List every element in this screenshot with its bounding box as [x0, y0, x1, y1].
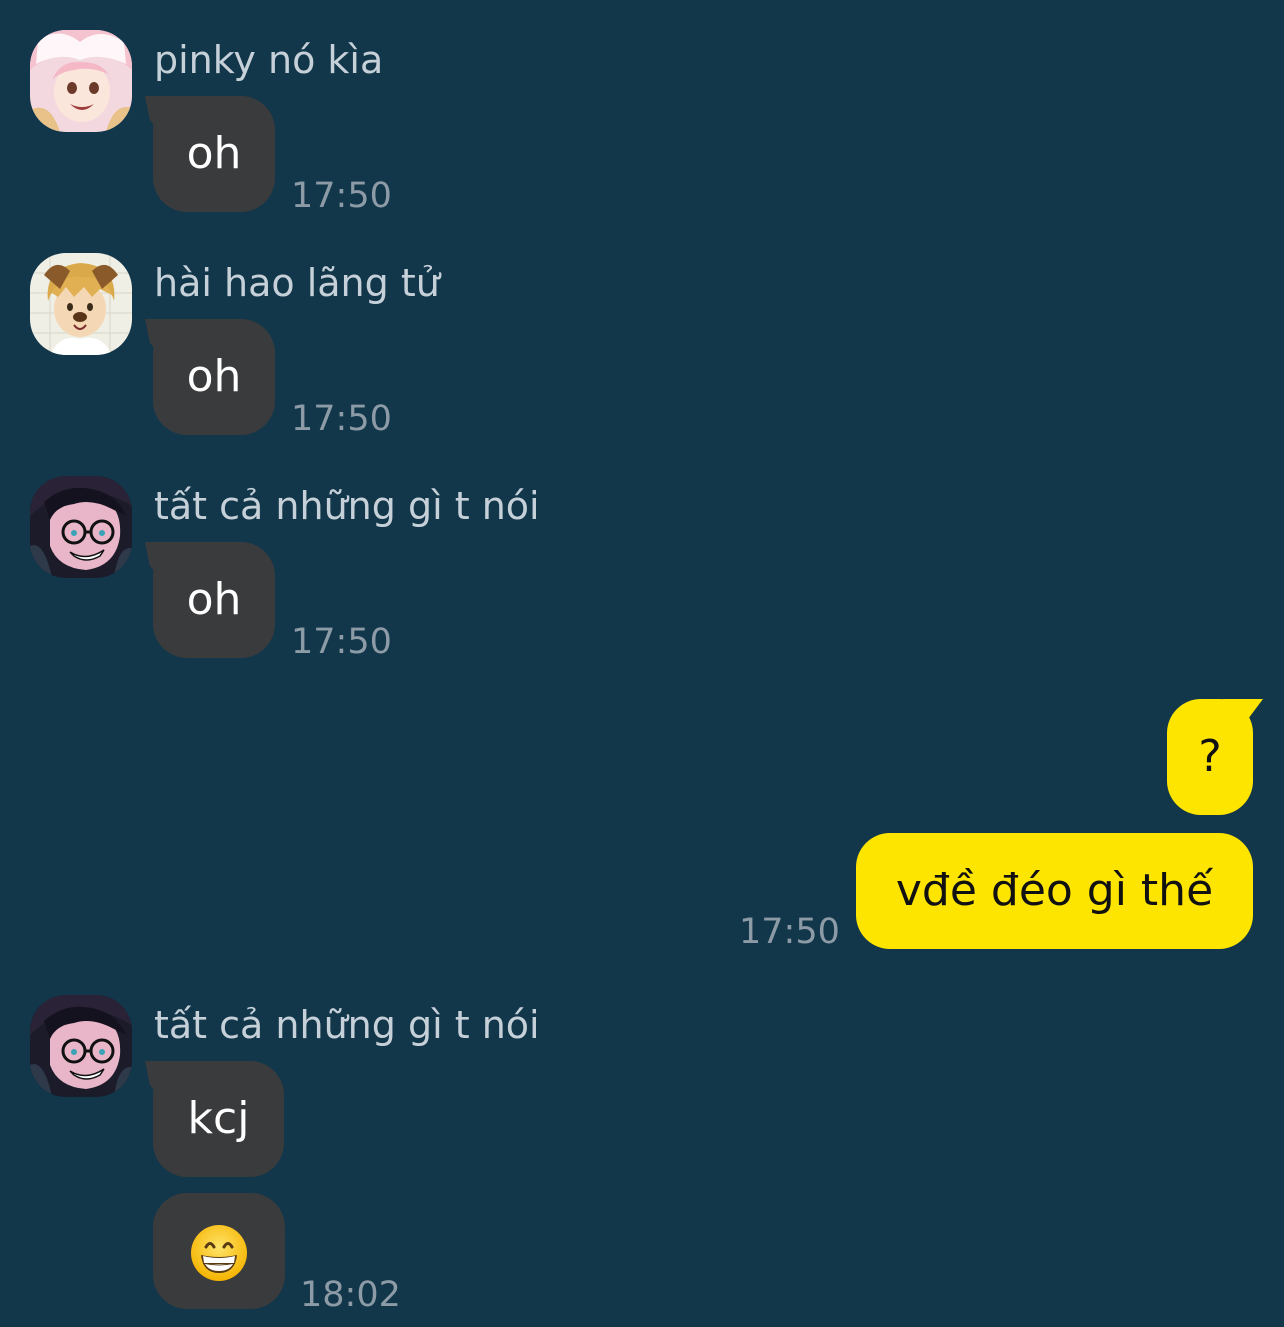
outgoing-message-bubble[interactable]: ? [1167, 699, 1253, 815]
incoming-message-bubble[interactable]: kcj [153, 1061, 284, 1177]
outgoing-message-bubble[interactable]: vđề đéo gì thế [856, 833, 1253, 949]
message-text: oh [186, 351, 242, 402]
sender-name: hài hao lãng tử [154, 261, 440, 305]
message-timestamp: 17:50 [291, 176, 392, 216]
message-timestamp: 17:50 [291, 622, 392, 662]
message-text: oh [186, 128, 242, 179]
message-text: oh [186, 574, 242, 625]
avatar-pink-anime-girl-icon[interactable] [30, 30, 132, 132]
avatar-glasses-boy-icon[interactable] [30, 995, 132, 1097]
grinning-face-emoji-icon [191, 1225, 247, 1281]
incoming-message-bubble[interactable]: oh [153, 319, 275, 435]
sender-name: tất cả những gì t nói [154, 1003, 540, 1047]
message-timestamp: 17:50 [739, 912, 840, 952]
incoming-message-bubble[interactable]: oh [153, 96, 275, 212]
incoming-emoji-bubble[interactable] [153, 1193, 285, 1309]
chat-message-list[interactable]: pinky nó kìa oh 17:50 hài hao lãng tử oh… [0, 0, 1284, 1327]
message-text: ? [1198, 731, 1222, 782]
sender-name: pinky nó kìa [154, 38, 384, 82]
avatar-dog-ears-boy-icon[interactable] [30, 253, 132, 355]
message-text: kcj [187, 1093, 250, 1144]
avatar-glasses-boy-icon[interactable] [30, 476, 132, 578]
message-text: vđề đéo gì thế [895, 865, 1214, 916]
message-timestamp: 18:02 [300, 1275, 401, 1315]
message-timestamp: 17:50 [291, 399, 392, 439]
incoming-message-bubble[interactable]: oh [153, 542, 275, 658]
sender-name: tất cả những gì t nói [154, 484, 540, 528]
